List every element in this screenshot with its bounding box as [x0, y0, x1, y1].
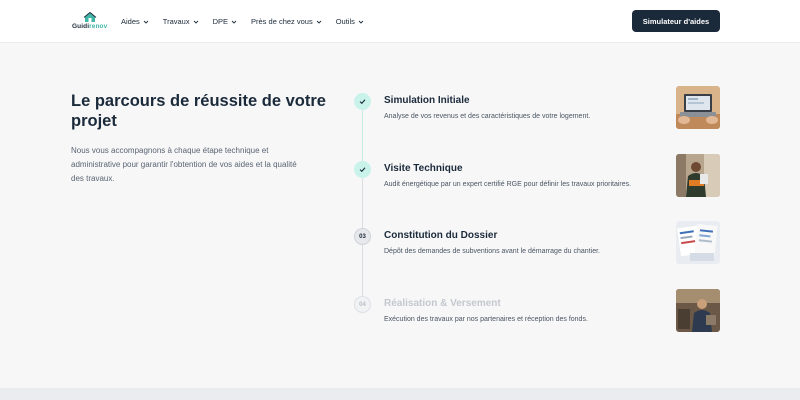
check-icon: [359, 99, 366, 105]
simulator-button[interactable]: Simulateur d'aides: [632, 10, 720, 32]
chevron-down-icon: [358, 20, 364, 24]
page-title: Le parcours de réussite de votre projet: [71, 92, 326, 130]
chevron-down-icon: [193, 20, 198, 24]
logo-text-part1: Guidi: [72, 23, 90, 30]
nav-item-aides[interactable]: Aides: [121, 17, 149, 26]
documents-photo: [676, 221, 720, 264]
step-done-badge: [354, 161, 371, 178]
step-done-badge: [354, 93, 371, 110]
page-description: Nous vous accompagnons à chaque étape te…: [71, 146, 297, 183]
step-description: Dépôt des demandes de subventions avant …: [384, 248, 600, 255]
footer-band: [0, 388, 800, 400]
logo-text-part2: renov: [89, 23, 108, 30]
timeline-step: 03 Constitution du Dossier Dépôt des dem…: [354, 221, 722, 272]
step-description: Analyse de vos revenus et des caractéris…: [384, 113, 591, 120]
chevron-down-icon: [143, 20, 149, 24]
nav-item-label: Près de chez vous: [251, 17, 313, 26]
step-title: Simulation Initiale: [384, 95, 470, 106]
technician-photo: [676, 154, 720, 197]
step-title: Constitution du Dossier: [384, 230, 498, 241]
step-number-badge: 04: [354, 296, 371, 313]
timeline-step: Visite Technique Audit énergétique par u…: [354, 154, 722, 205]
chevron-down-icon: [316, 20, 322, 24]
logo[interactable]: Guidirenov: [72, 12, 108, 32]
laptop-photo: [676, 86, 720, 129]
chevron-down-icon: [231, 20, 237, 24]
worker-photo: [676, 289, 720, 332]
nav-item-outils[interactable]: Outils: [336, 17, 364, 26]
step-description: Audit énergétique par un expert certifié…: [384, 181, 632, 188]
logo-text: Guidirenov: [72, 23, 107, 30]
nav-item-pres-de-chez-vous[interactable]: Près de chez vous: [251, 17, 322, 26]
nav-item-dpe[interactable]: DPE: [213, 17, 237, 26]
timeline-step: 04 Réalisation & Versement Exécution des…: [354, 289, 722, 340]
nav-item-label: Travaux: [162, 17, 190, 26]
check-icon: [359, 167, 366, 173]
site-header: Guidirenov Aides Travaux DPE Près de che…: [0, 0, 800, 43]
house-logo-icon: [83, 12, 97, 22]
step-title: Visite Technique: [384, 163, 463, 174]
main-nav: Aides Travaux DPE Près de chez vous Outi…: [121, 0, 378, 43]
nav-item-label: DPE: [212, 17, 229, 26]
nav-item-label: Aides: [121, 17, 140, 26]
timeline-step: Simulation Initiale Analyse de vos reven…: [354, 86, 722, 137]
step-description: Exécution des travaux par nos partenaire…: [384, 316, 588, 323]
nav-item-travaux[interactable]: Travaux: [163, 17, 199, 26]
step-title: Réalisation & Versement: [384, 298, 501, 309]
nav-item-label: Outils: [335, 17, 355, 26]
step-number-badge: 03: [354, 228, 371, 245]
